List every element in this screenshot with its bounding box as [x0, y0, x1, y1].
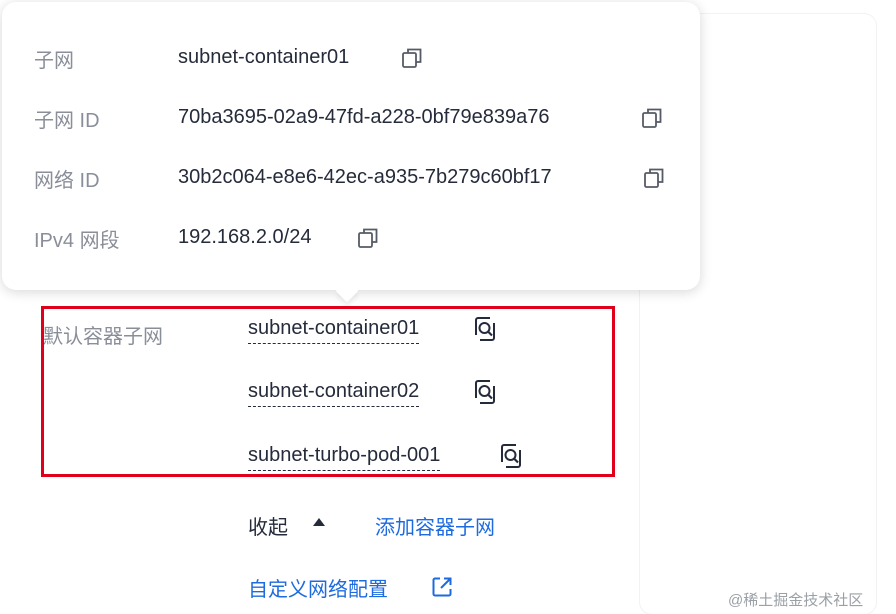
- highlight-box: [41, 306, 615, 477]
- watermark: @稀土掘金技术社区: [728, 592, 864, 609]
- subnet-label: 子网: [34, 50, 74, 72]
- copy-icon[interactable]: [356, 226, 380, 250]
- custom-network-config-link[interactable]: 自定义网络配置: [248, 573, 388, 602]
- network-id-label: 网络 ID: [34, 170, 100, 192]
- caret-up-icon[interactable]: [313, 518, 325, 526]
- subnet-id-label: 子网 ID: [34, 110, 100, 132]
- popover-row-ipv4: IPv4 网段 192.168.2.0/24: [2, 222, 700, 252]
- copy-icon[interactable]: [642, 166, 666, 190]
- subnet-value: subnet-container01: [178, 46, 350, 68]
- subnet-id-value: 70ba3695-02a9-47fd-a228-0bf79e839a76: [178, 106, 550, 128]
- external-link-icon[interactable]: [430, 575, 454, 599]
- popover-row-subnet: 子网 subnet-container01: [2, 42, 700, 72]
- add-container-subnet-link[interactable]: 添加容器子网: [375, 511, 495, 540]
- ipv4-value: 192.168.2.0/24: [178, 226, 312, 248]
- popover-row-subnet-id: 子网 ID 70ba3695-02a9-47fd-a228-0bf79e839a…: [2, 102, 700, 132]
- network-id-value: 30b2c064-e8e6-42ec-a935-7b279c60bf17: [178, 166, 552, 188]
- popover-row-network-id: 网络 ID 30b2c064-e8e6-42ec-a935-7b279c60bf…: [2, 162, 700, 192]
- subnet-detail-popover: 子网 subnet-container01 子网 ID 70ba3695-02a…: [2, 2, 700, 290]
- copy-icon[interactable]: [400, 46, 424, 70]
- copy-icon[interactable]: [640, 106, 664, 130]
- ipv4-label: IPv4 网段: [34, 230, 120, 252]
- collapse-button[interactable]: 收起: [248, 511, 288, 540]
